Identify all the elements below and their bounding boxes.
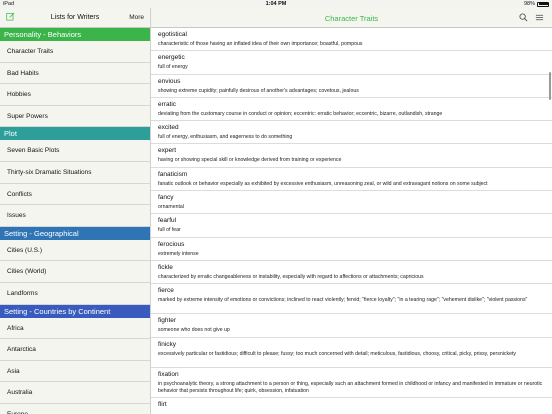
trait-definition: characteristic of those having an inflat… <box>158 41 363 47</box>
trait-row[interactable]: fearful full of fear <box>151 214 552 238</box>
list-menu-icon[interactable] <box>535 13 544 22</box>
trait-word: fierce <box>158 287 174 295</box>
trait-row[interactable]: fancy ornamental <box>151 191 552 215</box>
more-button[interactable]: More <box>129 14 144 21</box>
sidebar-item[interactable]: Australia <box>0 382 150 404</box>
status-bar: iPad 1:04 PM 98% <box>0 0 552 8</box>
trait-definition: full of fear <box>158 227 181 234</box>
trait-word: excited <box>158 124 179 132</box>
detail-pane: Character Traits egotistical characterist… <box>151 8 552 414</box>
trait-row[interactable]: fixation in psychoanalytic theory, a stro… <box>151 368 552 398</box>
sidebar: Lists for Writers More Personality - Beh… <box>0 8 151 414</box>
sidebar-item[interactable]: Seven Basic Plots <box>0 140 150 162</box>
trait-definition: characterized by erratic changeableness … <box>158 273 424 280</box>
trait-definition: someone who does not give up <box>158 327 230 334</box>
sidebar-item[interactable]: Hobbies <box>0 84 150 106</box>
trait-row[interactable]: ferocious extremely intense <box>151 238 552 261</box>
trait-definition: ornamental <box>158 204 184 211</box>
trait-word: finicky <box>158 340 177 348</box>
trait-row[interactable]: egotistical characteristic of those havin… <box>151 28 552 52</box>
sidebar-item[interactable]: Conflicts <box>0 183 150 206</box>
sidebar-item[interactable]: Bad Habits <box>0 62 150 85</box>
sidebar-item[interactable]: Thirty-six Dramatic Situations <box>0 161 150 184</box>
trait-definition: having or showing special skill or knowl… <box>158 157 342 164</box>
sidebar-item[interactable]: Antarctica <box>0 339 150 361</box>
trait-definition: excessively particular or fastidious; di… <box>158 350 516 357</box>
trait-definition: deviating from the customary course in c… <box>158 110 443 117</box>
trait-list: egotistical characteristic of those havin… <box>151 28 552 414</box>
trait-word: flirt <box>158 400 167 408</box>
scrollbar[interactable] <box>549 72 551 100</box>
sidebar-item[interactable]: Character Traits <box>0 41 150 63</box>
trait-definition: marked by extreme intensity of emotions … <box>158 297 528 304</box>
sidebar-item[interactable]: Asia <box>0 360 150 383</box>
trait-word: fickle <box>158 263 173 271</box>
section-header: Plot <box>0 127 150 141</box>
sidebar-item[interactable]: Europe <box>0 403 150 414</box>
trait-row[interactable]: fighter someone who does not give up <box>151 314 552 338</box>
trait-word: expert <box>158 147 177 155</box>
sidebar-item[interactable]: Landforms <box>0 282 150 305</box>
sidebar-header: Lists for Writers More <box>0 8 150 28</box>
category-list: Personality - Behaviors Character Traits B… <box>0 28 150 414</box>
section-header: Personality - Behaviors <box>0 28 150 41</box>
trait-row[interactable]: envious showing extreme cupidity; painful… <box>151 75 552 98</box>
detail-title: Character Traits <box>324 13 379 23</box>
trait-definition: in psychoanalytic theory, a strong attac… <box>158 380 543 394</box>
trait-row[interactable]: excited full of energy, enthusiasm, and e… <box>151 121 552 145</box>
trait-word: energetic <box>158 54 185 62</box>
section-header: Setting - Geographical <box>0 226 150 240</box>
trait-row[interactable]: flirt <box>151 398 552 414</box>
sidebar-item[interactable]: Cities (World) <box>0 261 150 283</box>
trait-word: fighter <box>158 317 177 325</box>
trait-word: ferocious <box>158 240 185 248</box>
trait-word: erratic <box>158 100 177 108</box>
trait-word: egotistical <box>158 31 187 38</box>
detail-header: Character Traits <box>151 8 552 28</box>
trait-word: fearful <box>158 217 177 225</box>
trait-word: fanaticism <box>158 170 188 178</box>
trait-definition: extremely intense <box>158 250 199 257</box>
trait-row[interactable]: energetic full of energy <box>151 51 552 75</box>
section-header: Setting - Countries by Continent <box>0 304 150 318</box>
trait-word: envious <box>158 77 181 85</box>
sidebar-item[interactable]: Super Powers <box>0 105 150 128</box>
trait-row[interactable]: finicky excessively particular or fastidi… <box>151 338 552 368</box>
trait-row[interactable]: fanaticism fanatic outlook or behavior es… <box>151 168 552 192</box>
search-icon[interactable] <box>519 13 528 22</box>
sidebar-item[interactable]: Cities (U.S.) <box>0 239 150 262</box>
battery-percent: 98% <box>523 1 535 7</box>
trait-definition: fanatic outlook or behavior especially a… <box>158 180 488 187</box>
battery-icon <box>537 1 549 7</box>
trait-row[interactable]: fierce marked by extreme intensity of emo… <box>151 284 552 315</box>
trait-word: fixation <box>158 370 179 378</box>
clock: 1:04 PM <box>265 1 287 7</box>
sidebar-item[interactable]: Africa <box>0 317 150 340</box>
sidebar-item[interactable]: Issues <box>0 205 150 227</box>
trait-row[interactable]: expert having or showing special skill or… <box>151 144 552 168</box>
trait-definition: full of energy, enthusiasm, and eagernes… <box>158 134 293 141</box>
trait-word: fancy <box>158 194 174 202</box>
trait-definition: showing extreme cupidity; painfully desi… <box>158 87 359 94</box>
trait-row[interactable]: erratic deviating from the customary cour… <box>151 98 552 122</box>
trait-definition: full of energy <box>158 64 188 71</box>
battery-status: 98% <box>524 1 549 7</box>
trait-row[interactable]: fickle characterized by erratic changeabl… <box>151 261 552 285</box>
sidebar-title: Lists for Writers <box>50 14 100 21</box>
